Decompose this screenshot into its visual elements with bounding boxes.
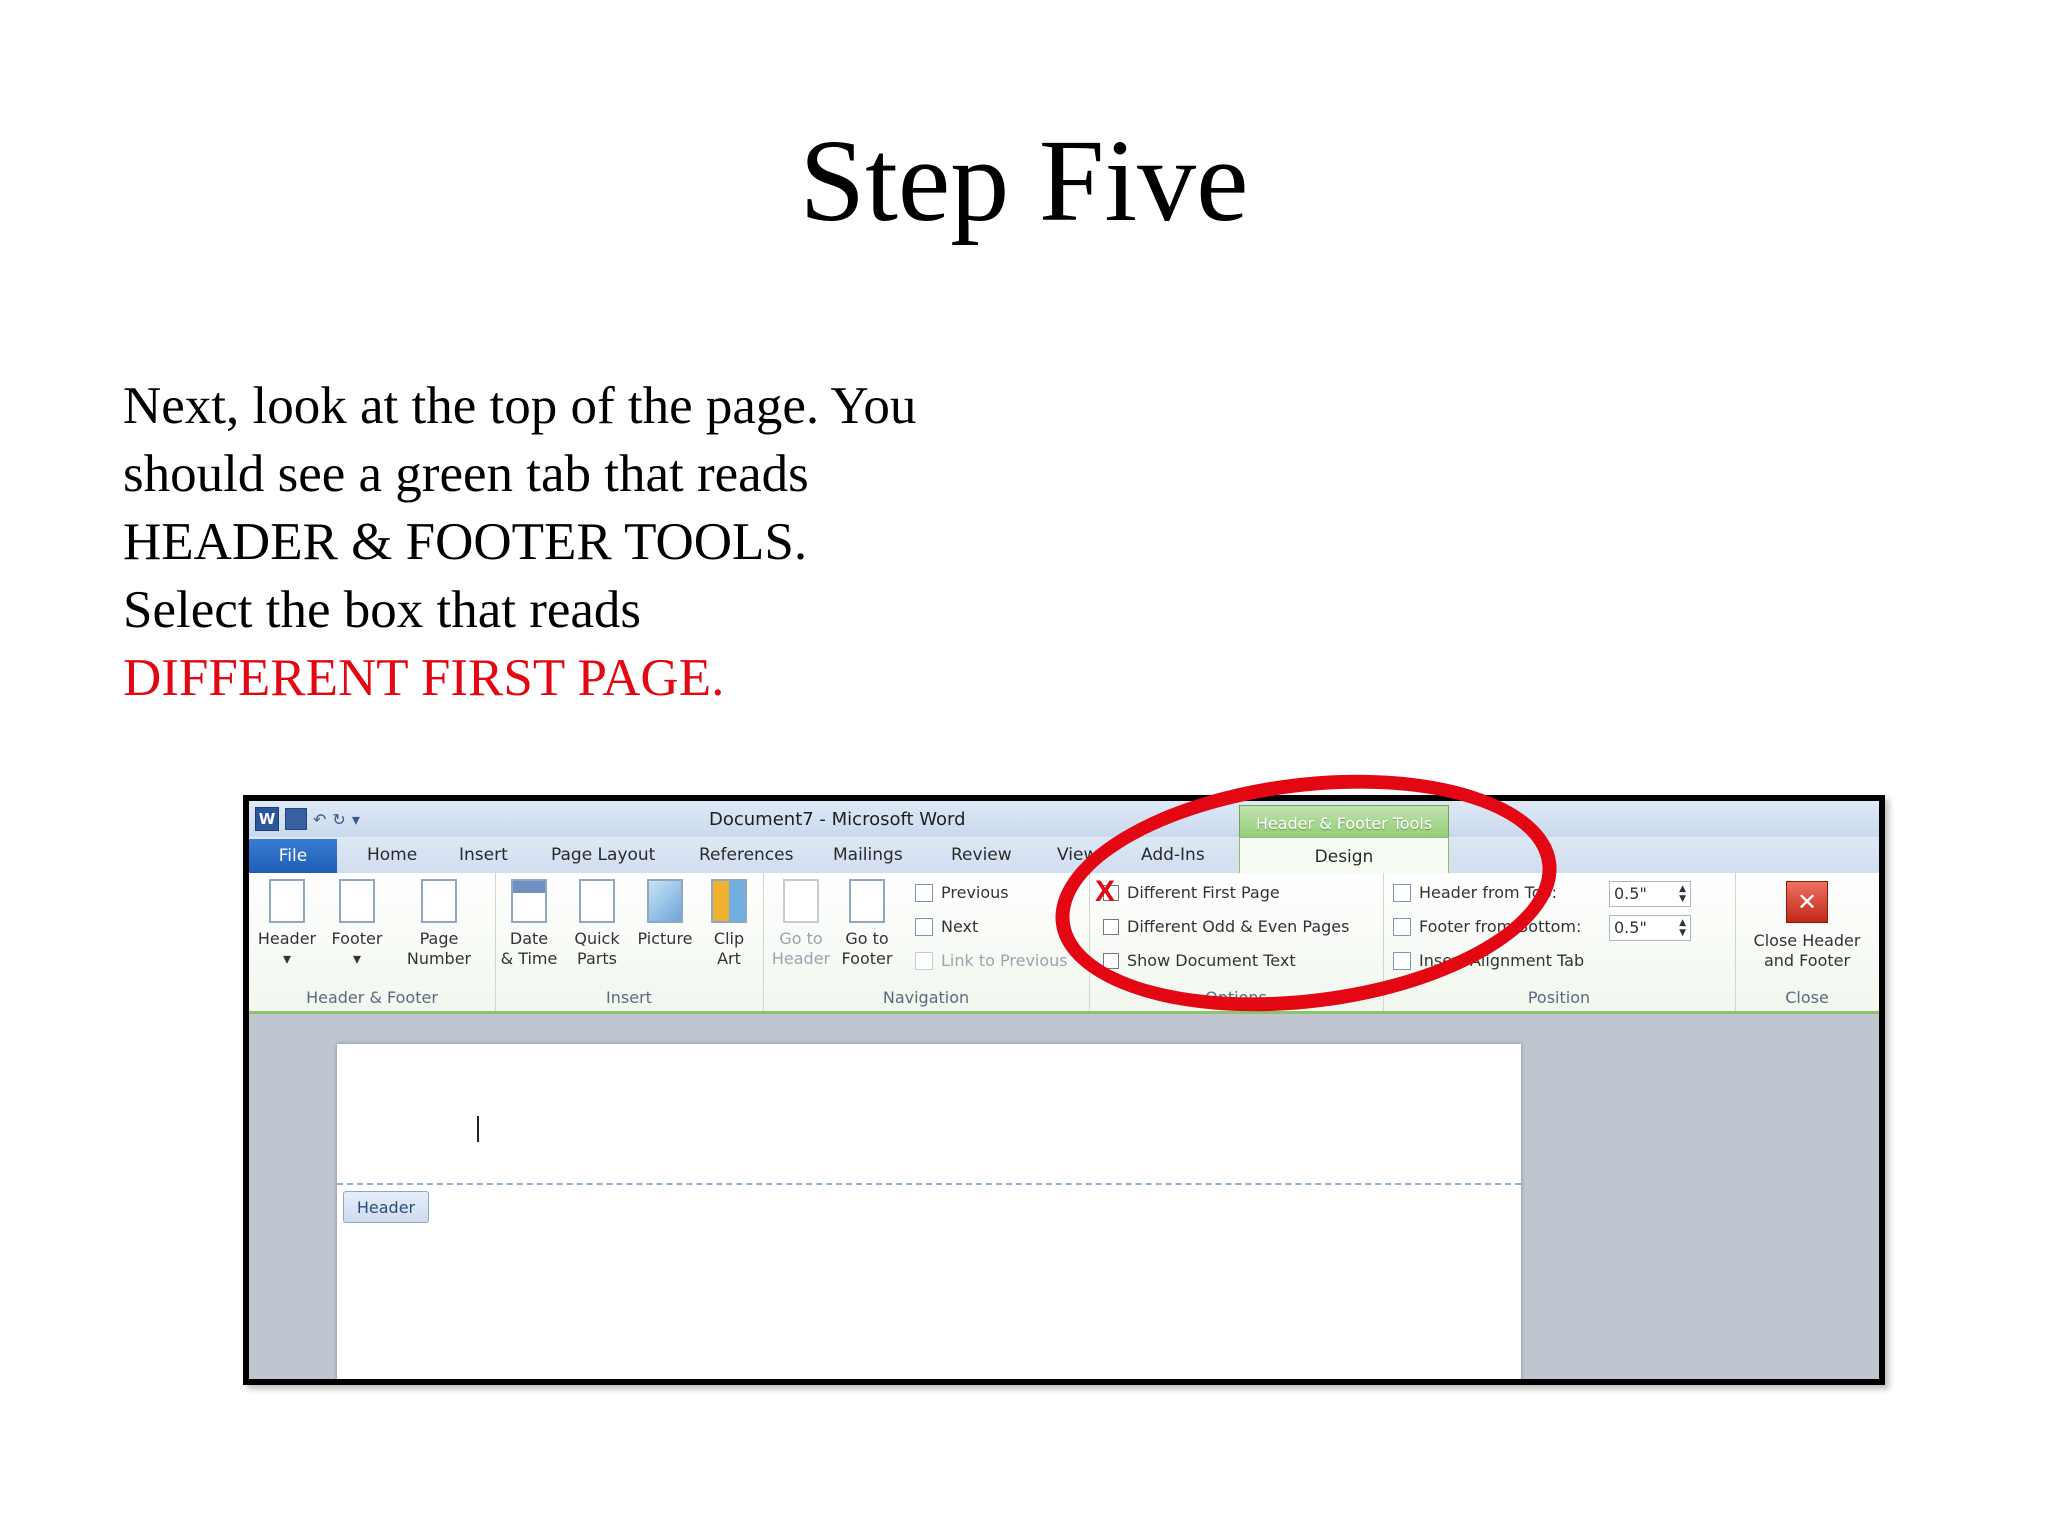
ribbon-tabs: File Home Insert Page Layout References … — [249, 837, 1879, 875]
date-time-button[interactable]: Date & Time — [499, 879, 559, 969]
quick-access-toolbar: W ↶ ↻ ▾ — [255, 807, 360, 831]
tab-mailings[interactable]: Mailings — [833, 845, 903, 865]
go-to-header-button[interactable]: Go to Header — [771, 879, 831, 969]
group-label: Navigation — [882, 988, 970, 1007]
previous-icon — [915, 883, 933, 902]
footer-button[interactable]: Footer ▾ — [327, 879, 387, 969]
document-area: Header — [249, 1014, 1879, 1379]
group-insert: Date & Time Quick Parts Picture Clip Art… — [495, 873, 764, 1011]
footer-from-bottom-input[interactable]: 0.5" ▲ ▼ — [1609, 915, 1691, 941]
close-icon: ✕ — [1786, 881, 1828, 923]
header-from-top-input[interactable]: 0.5" ▲ ▼ — [1609, 881, 1691, 907]
highlight-line: DIFFERENT FIRST PAGE. — [123, 649, 725, 707]
group-label: Insert — [606, 988, 652, 1007]
page-number-icon — [421, 879, 457, 923]
quick-parts-icon — [579, 879, 615, 923]
link-icon — [915, 951, 933, 970]
body-line: Next, look at the top of the page. You — [123, 377, 917, 435]
calendar-icon — [511, 879, 547, 923]
tab-references[interactable]: References — [699, 845, 793, 865]
close-header-footer-button[interactable]: ✕ Close Header and Footer — [1745, 879, 1869, 971]
redo-icon[interactable]: ↻ — [332, 810, 345, 829]
picture-icon — [647, 879, 683, 923]
text-cursor — [477, 1116, 479, 1142]
clip-art-icon — [711, 879, 747, 923]
next-icon — [915, 917, 933, 936]
go-to-footer-button[interactable]: Go to Footer — [837, 879, 897, 969]
next-button[interactable]: Next — [915, 917, 978, 936]
body-line: Select the box that reads — [123, 581, 642, 639]
word-screenshot: W ↶ ↻ ▾ Document7 - Microsoft Word Heade… — [243, 795, 1885, 1385]
tab-page-layout[interactable]: Page Layout — [551, 845, 655, 865]
header-icon — [269, 879, 305, 923]
window-title: Document7 - Microsoft Word — [709, 809, 966, 830]
save-icon[interactable] — [285, 808, 307, 830]
header-tag: Header — [343, 1191, 429, 1223]
customize-icon[interactable]: ▾ — [352, 810, 360, 829]
tab-home[interactable]: Home — [367, 845, 417, 865]
spinner-arrows-icon[interactable]: ▲ ▼ — [1679, 918, 1686, 938]
body-line: should see a green tab that reads — [123, 445, 809, 503]
document-page[interactable]: Header — [337, 1044, 1521, 1379]
header-button[interactable]: Header ▾ — [257, 879, 317, 969]
group-label: Position — [1527, 988, 1591, 1007]
tab-file[interactable]: File — [249, 839, 337, 873]
picture-button[interactable]: Picture — [635, 879, 695, 949]
page-number-button[interactable]: Page Number — [399, 879, 479, 969]
go-to-footer-icon — [849, 879, 885, 923]
group-label: Header & Footer — [306, 988, 438, 1007]
slide-title: Step Five — [799, 115, 1249, 246]
link-to-previous-button[interactable]: Link to Previous — [915, 951, 1068, 970]
group-label: Close — [1785, 988, 1829, 1007]
group-header-footer: Header ▾ Footer ▾ Page Number Header & F… — [249, 873, 496, 1011]
slide-body: Next, look at the top of the page. You s… — [123, 372, 1023, 712]
group-close: ✕ Close Header and Footer Close — [1735, 873, 1879, 1011]
footer-icon — [339, 879, 375, 923]
quick-parts-button[interactable]: Quick Parts — [567, 879, 627, 969]
title-bar: W ↶ ↻ ▾ Document7 - Microsoft Word Heade… — [249, 801, 1879, 841]
group-navigation: Go to Header Go to Footer Previous Next … — [763, 873, 1090, 1011]
undo-icon[interactable]: ↶ — [313, 810, 326, 829]
previous-button[interactable]: Previous — [915, 883, 1009, 902]
header-boundary — [337, 1183, 1521, 1185]
word-logo-icon[interactable]: W — [255, 807, 279, 831]
tab-review[interactable]: Review — [951, 845, 1012, 865]
go-to-header-icon — [783, 879, 819, 923]
clip-art-button[interactable]: Clip Art — [699, 879, 759, 969]
body-line: HEADER & FOOTER TOOLS. — [123, 513, 808, 571]
spinner-arrows-icon[interactable]: ▲ ▼ — [1679, 884, 1686, 904]
tab-insert[interactable]: Insert — [459, 845, 508, 865]
